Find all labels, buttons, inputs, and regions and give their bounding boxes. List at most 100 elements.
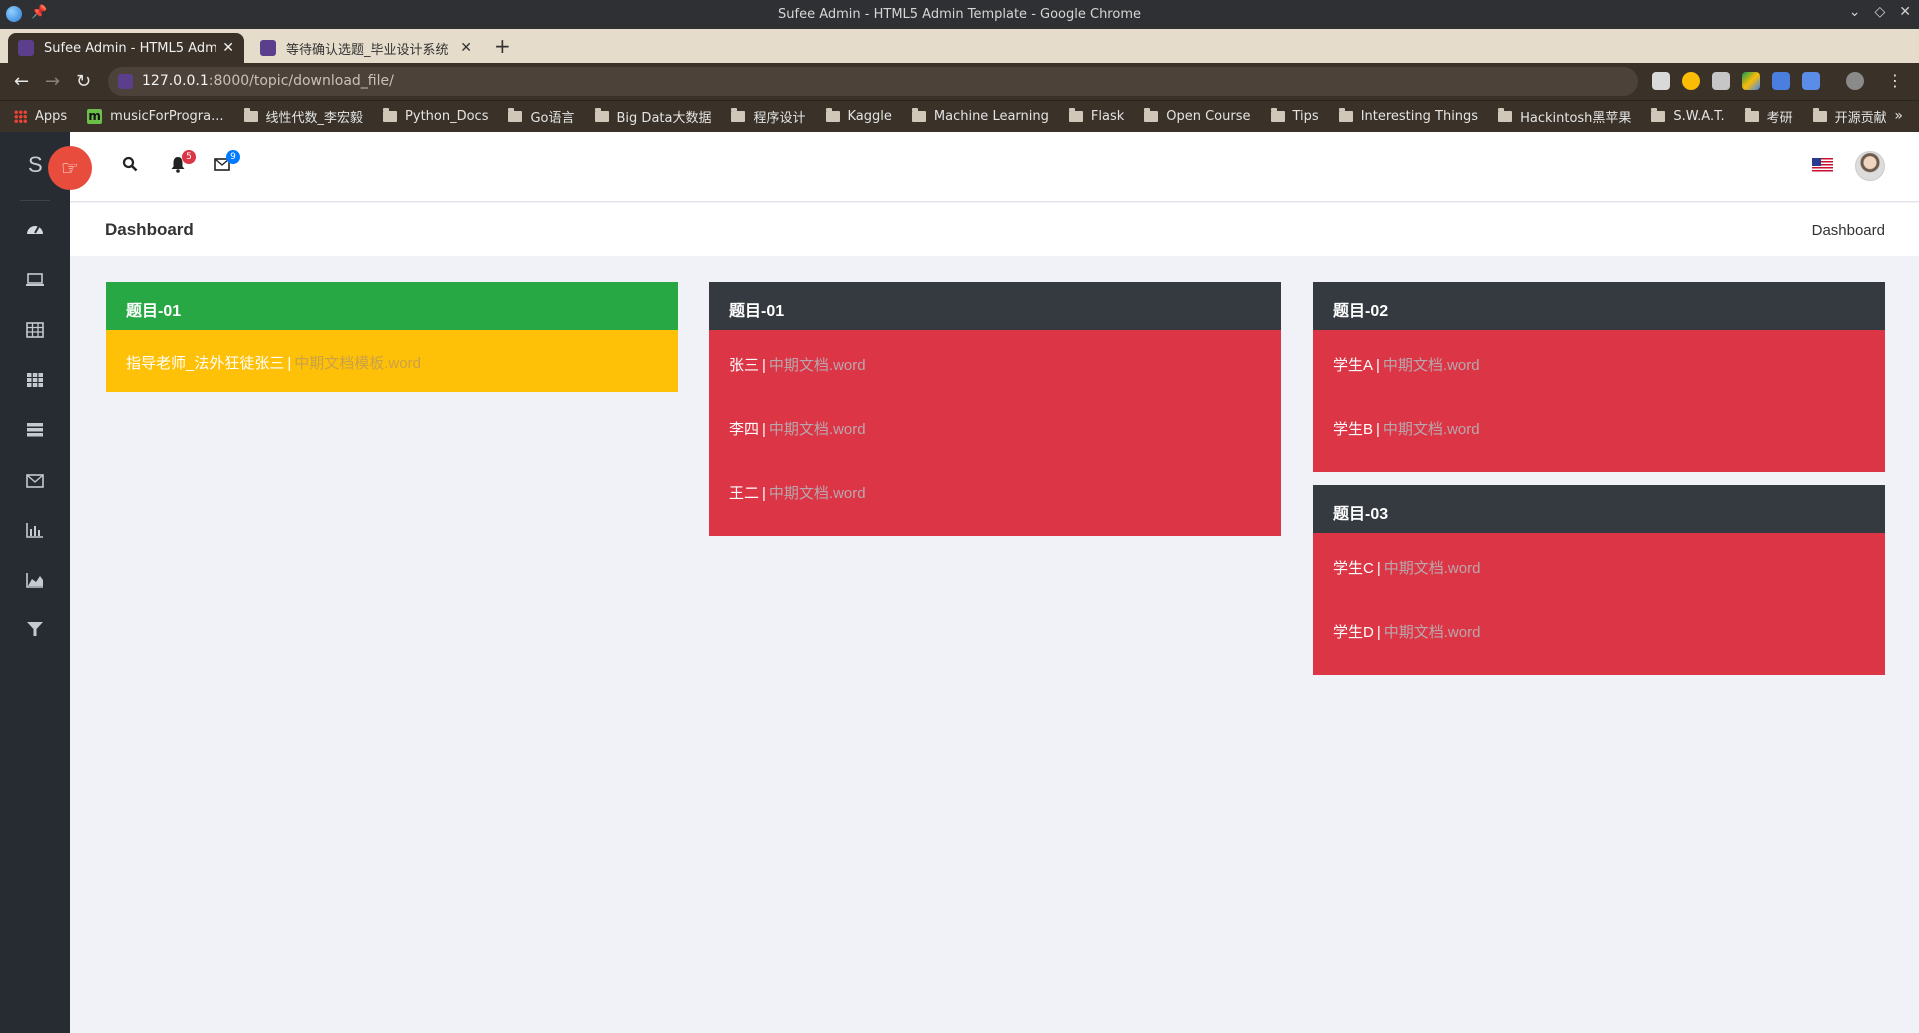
bookmark-folder[interactable]: 考研: [1744, 107, 1793, 126]
bookmark-folder[interactable]: Kaggle: [825, 108, 892, 124]
file-link[interactable]: 中期文档.word: [1384, 560, 1481, 577]
bookmark-apps[interactable]: Apps: [14, 109, 67, 124]
site-favicon: [118, 74, 133, 89]
folder-icon: [1144, 108, 1159, 122]
url-text[interactable]: 127.0.0.1:8000/topic/download_file/: [142, 73, 394, 89]
bar-chart-icon[interactable]: [22, 520, 48, 546]
laptop-icon[interactable]: [22, 270, 48, 296]
list-icon[interactable]: [22, 420, 48, 446]
minimize-icon[interactable]: ⌄: [1849, 4, 1861, 20]
folder-icon: [508, 108, 523, 122]
close-window-icon[interactable]: ✕: [1899, 4, 1911, 20]
extension-icon[interactable]: [1712, 72, 1730, 90]
bookmark-folder[interactable]: Machine Learning: [911, 108, 1049, 124]
filter-icon[interactable]: [22, 620, 48, 646]
card-body: 指导老师_法外狂徒张三 | 中期文档模板.word: [106, 330, 678, 392]
file-link[interactable]: 中期文档.word: [769, 485, 866, 502]
list-item: 李四 | 中期文档.word: [729, 421, 866, 438]
translate-icon[interactable]: [1802, 72, 1820, 90]
bookmark-folder[interactable]: Big Data大数据: [594, 107, 711, 126]
message-badge: 9: [226, 150, 240, 164]
bookmark-folder[interactable]: Hackintosh黑苹果: [1498, 107, 1631, 126]
tab-graduation-system[interactable]: 等待确认选题_毕业设计系统 ✕: [250, 33, 482, 63]
student-name: 李四: [729, 421, 760, 438]
card-body: 张三 | 中期文档.word 李四 | 中期文档.word 王二 | 中期文档.word: [709, 330, 1281, 536]
search-icon[interactable]: [122, 156, 138, 177]
us-flag-icon[interactable]: [1812, 158, 1833, 173]
student-name: 学生B: [1333, 421, 1374, 438]
breadcrumb-current[interactable]: Dashboard: [1812, 222, 1885, 239]
bookmark-folder[interactable]: 程序设计: [731, 107, 806, 126]
topic-card: 题目-01 张三 | 中期文档.word 李四 | 中期文档.word 王二 | 中期文档.…: [709, 282, 1281, 536]
card-title: 题目-03: [1313, 485, 1885, 533]
forward-icon[interactable]: →: [45, 71, 60, 92]
back-icon[interactable]: ←: [14, 71, 29, 92]
file-link[interactable]: 中期文档.word: [769, 357, 866, 374]
list-item: 王二 | 中期文档.word: [729, 485, 866, 502]
bookmark-folder[interactable]: Python_Docs: [383, 108, 488, 124]
sidebar: S: [0, 132, 70, 1033]
topic-card: 题目-03 学生C | 中期文档.word 学生D | 中期文档.word: [1313, 485, 1885, 675]
folder-icon: [383, 108, 398, 122]
bookmark-folder[interactable]: Tips: [1270, 108, 1319, 124]
admin-app: S ☞ 5 9 Dashboard Dashboard 题目-01 指导老师_法…: [0, 132, 1919, 1033]
bookmark-folder[interactable]: 线性代数_李宏毅: [243, 107, 363, 126]
file-link[interactable]: 中期文档.word: [1383, 357, 1480, 374]
notification-badge: 5: [182, 150, 196, 164]
area-chart-icon[interactable]: [22, 570, 48, 596]
close-tab-icon[interactable]: ✕: [222, 40, 234, 56]
tab-sufee-admin[interactable]: Sufee Admin - HTML5 Admin ✕: [8, 33, 244, 63]
extension-icon[interactable]: [1682, 72, 1700, 90]
folder-icon: [1338, 108, 1353, 122]
tab-label: 等待确认选题_毕业设计系统: [286, 42, 449, 58]
close-tab-icon[interactable]: ✕: [460, 40, 472, 56]
student-name: 学生D: [1333, 624, 1374, 641]
folder-icon: [1651, 108, 1666, 122]
folder-icon: [243, 108, 258, 122]
topic-card: 题目-02 学生A | 中期文档.word 学生B | 中期文档.word: [1313, 282, 1885, 472]
restore-icon[interactable]: ◇: [1874, 4, 1885, 20]
extension-icon[interactable]: [1772, 72, 1790, 90]
thumbs-up-button[interactable]: ☞: [48, 146, 92, 190]
tab-favicon: [18, 40, 34, 56]
address-bar[interactable]: 127.0.0.1:8000/topic/download_file/: [108, 67, 1638, 96]
folder-icon: [911, 108, 926, 122]
folder-icon: [1498, 108, 1513, 122]
student-name: 学生A: [1333, 357, 1374, 374]
bookmarks-bar: Apps m musicForProgra... 线性代数_李宏毅 Python_…: [0, 100, 1919, 132]
extension-icon[interactable]: [1652, 72, 1670, 90]
reload-icon[interactable]: ↻: [76, 71, 91, 92]
bookmark-folder[interactable]: Open Course: [1144, 108, 1251, 124]
bookmark-folder[interactable]: 开源贡献: [1812, 107, 1887, 126]
bookmark-folder[interactable]: Flask: [1068, 108, 1124, 124]
bookmark-folder[interactable]: S.W.A.T.: [1651, 108, 1725, 124]
card-title: 题目-01: [106, 282, 678, 330]
avatar[interactable]: [1855, 151, 1885, 181]
file-link[interactable]: 中期文档.word: [1383, 421, 1480, 438]
card-body: 学生A | 中期文档.word 学生B | 中期文档.word: [1313, 330, 1885, 472]
dashboard-icon[interactable]: [22, 220, 48, 246]
student-name: 张三: [729, 357, 760, 374]
tab-strip: Sufee Admin - HTML5 Admin ✕ 等待确认选题_毕业设计系…: [0, 29, 1919, 63]
new-tab-icon[interactable]: +: [494, 34, 511, 58]
teacher-name: 指导老师_法外狂徒张三: [126, 355, 285, 372]
grid-icon[interactable]: [22, 370, 48, 396]
drive-icon[interactable]: [1742, 72, 1760, 90]
card-body: 学生C | 中期文档.word 学生D | 中期文档.word: [1313, 533, 1885, 675]
profile-icon[interactable]: [1846, 72, 1864, 90]
table-icon[interactable]: [22, 320, 48, 346]
bookmark-folder[interactable]: Interesting Things: [1338, 108, 1478, 124]
bookmark-folder[interactable]: Go语言: [508, 107, 575, 126]
file-link[interactable]: 中期文档模板.word: [294, 355, 421, 372]
envelope-icon[interactable]: [22, 470, 48, 496]
folder-icon: [1068, 108, 1083, 122]
brand-logo[interactable]: S: [28, 152, 43, 178]
more-bookmarks-icon[interactable]: »: [1894, 108, 1903, 124]
file-link[interactable]: 中期文档.word: [769, 421, 866, 438]
apps-grid-icon: [14, 110, 27, 123]
list-item: 学生C | 中期文档.word: [1333, 560, 1481, 577]
bookmark-music[interactable]: m musicForProgra...: [87, 109, 224, 124]
file-link[interactable]: 中期文档.word: [1384, 624, 1481, 641]
topic-card: 题目-01 指导老师_法外狂徒张三 | 中期文档模板.word: [106, 282, 678, 392]
menu-dots-icon[interactable]: ⋮: [1887, 71, 1903, 90]
